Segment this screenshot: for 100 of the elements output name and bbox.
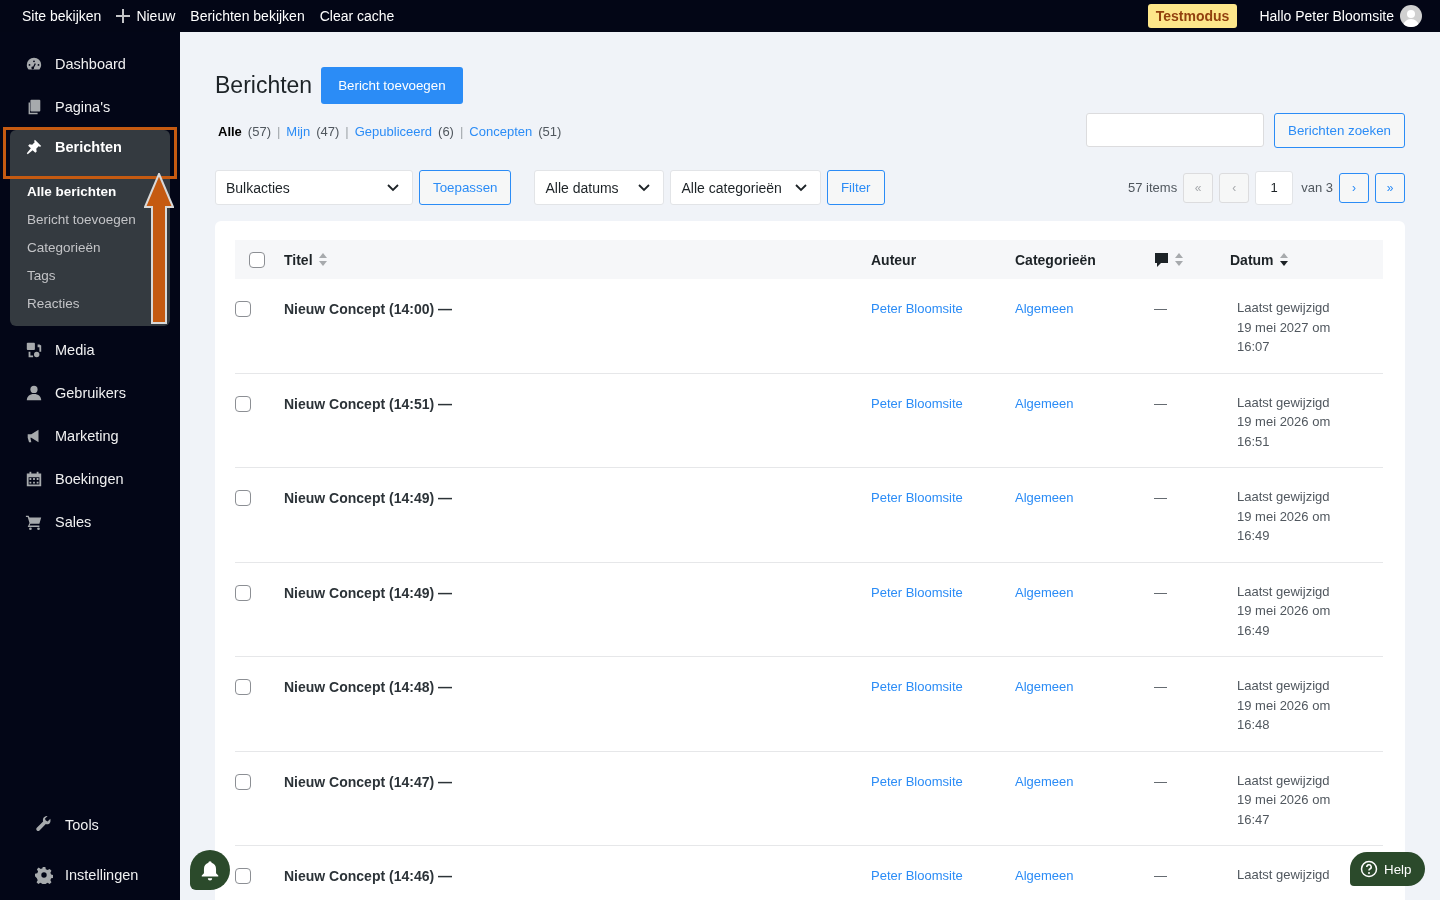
view-count: (6) xyxy=(438,124,454,139)
page-total: van 3 xyxy=(1301,180,1333,195)
sidebar-item[interactable]: Marketing xyxy=(0,414,180,457)
comment-count: — xyxy=(1154,679,1167,694)
author-link[interactable]: Peter Bloomsite xyxy=(871,868,963,883)
item-count: 57 items xyxy=(1128,180,1178,195)
sidebar-item[interactable]: Gebruikers xyxy=(0,371,180,414)
dropdown[interactable]: Bulkacties xyxy=(215,170,413,205)
separator: | xyxy=(276,124,281,139)
category-link[interactable]: Algemeen xyxy=(1015,301,1074,316)
toolbar-link[interactable]: Clear cache xyxy=(319,8,395,24)
plus-icon xyxy=(116,9,131,23)
comment-count: — xyxy=(1154,773,1167,789)
author-link[interactable]: Peter Bloomsite xyxy=(871,679,963,694)
post-title-link[interactable]: Nieuw Concept (14:00) — xyxy=(284,301,453,317)
wrench-icon xyxy=(35,816,53,834)
post-title-link[interactable]: Nieuw Concept (14:49) — xyxy=(284,584,453,601)
page-title: Berichten xyxy=(215,72,313,99)
search-field[interactable] xyxy=(1086,113,1264,147)
post-title-link[interactable]: Nieuw Concept (14:48) — xyxy=(284,679,453,695)
comment-count: — xyxy=(1154,301,1167,316)
row-checkbox[interactable] xyxy=(235,679,251,695)
post-title-link[interactable]: Nieuw Concept (14:51) — xyxy=(284,395,453,412)
comment-count: — xyxy=(1154,584,1167,600)
calendar-icon xyxy=(25,469,43,488)
new-link[interactable]: Nieuw xyxy=(116,8,176,24)
toolbar-link[interactable]: Berichten bekijken xyxy=(190,8,305,24)
notification-button[interactable] xyxy=(190,850,230,890)
sidebar-item[interactable]: Dashboard xyxy=(0,42,180,85)
submenu-item[interactable]: Categorieën xyxy=(10,234,170,262)
row-checkbox[interactable] xyxy=(235,301,251,317)
category-link[interactable]: Algemeen xyxy=(1015,584,1074,600)
dropdown[interactable]: Alle categorieën xyxy=(670,170,821,205)
column-header: Auteur xyxy=(871,251,917,268)
date-text: Laatst gewijzigd xyxy=(1237,299,1330,317)
date-text: 16:07 xyxy=(1237,338,1270,356)
author-link[interactable]: Peter Bloomsite xyxy=(871,584,963,600)
column-header: Categorieën xyxy=(1015,251,1096,268)
avatar[interactable] xyxy=(1400,5,1422,27)
author-link[interactable]: Peter Bloomsite xyxy=(871,490,963,505)
sidebar-item[interactable]: Media xyxy=(0,328,180,371)
view-count: (47) xyxy=(316,124,340,139)
submenu-item[interactable]: Tags xyxy=(10,262,170,290)
author-link[interactable]: Peter Bloomsite xyxy=(871,301,963,316)
sidebar-item[interactable]: Boekingen xyxy=(0,457,180,500)
author-link[interactable]: Peter Bloomsite xyxy=(871,395,963,411)
date-text: Laatst gewijzigd xyxy=(1237,866,1330,884)
date-text: 19 mei 2026 om xyxy=(1237,602,1331,620)
view-count: (51) xyxy=(538,124,562,139)
comment-count: — xyxy=(1154,868,1167,883)
column-header[interactable]: Titel xyxy=(284,251,313,268)
sidebar-item[interactable]: Berichten xyxy=(10,128,170,166)
comment-count: — xyxy=(1154,395,1167,411)
sidebar-item[interactable]: Tools xyxy=(0,800,180,850)
sidebar-item[interactable]: Sales xyxy=(0,500,180,543)
comment-count: — xyxy=(1154,490,1167,505)
row-checkbox[interactable] xyxy=(235,773,251,790)
help-icon xyxy=(1360,860,1378,878)
date-text: Laatst gewijzigd xyxy=(1237,677,1330,695)
date-text: 19 mei 2026 om xyxy=(1237,507,1331,526)
date-text: 16:48 xyxy=(1237,716,1270,734)
category-link[interactable]: Algemeen xyxy=(1015,395,1074,411)
page-number-field[interactable]: 1 xyxy=(1255,170,1294,205)
date-text: 16:49 xyxy=(1237,621,1270,640)
view-filter-link[interactable]: Alle xyxy=(218,124,242,139)
column-header[interactable]: Datum xyxy=(1230,251,1274,268)
post-title-link[interactable]: Nieuw Concept (14:47) — xyxy=(284,773,453,790)
date-text: Laatst gewijzigd xyxy=(1237,488,1330,506)
dropdown[interactable]: Alle datums xyxy=(534,170,665,205)
category-link[interactable]: Algemeen xyxy=(1015,490,1074,505)
separator: | xyxy=(345,124,349,139)
submenu-item[interactable]: Alle berichten xyxy=(10,178,170,206)
toolbar-link[interactable]: Site bekijken xyxy=(22,8,102,24)
settings-icon xyxy=(35,866,53,884)
help-button[interactable]: Help xyxy=(1350,852,1426,886)
sidebar-item[interactable]: Pagina's xyxy=(0,85,180,128)
row-checkbox[interactable] xyxy=(235,395,251,412)
category-link[interactable]: Algemeen xyxy=(1015,868,1074,883)
bell-icon xyxy=(199,859,221,881)
post-title-link[interactable]: Nieuw Concept (14:46) — xyxy=(284,868,453,884)
date-text: 19 mei 2026 om xyxy=(1237,696,1331,715)
media-icon xyxy=(25,340,43,359)
user-greeting[interactable]: Hallo Peter Bloomsite xyxy=(1259,8,1394,24)
row-checkbox[interactable] xyxy=(235,584,251,601)
date-text: Laatst gewijzigd xyxy=(1237,393,1330,412)
row-checkbox[interactable] xyxy=(235,490,251,506)
submenu-item[interactable]: Bericht toevoegen xyxy=(10,206,170,234)
post-title-link[interactable]: Nieuw Concept (14:49) — xyxy=(284,490,453,506)
test-mode-badge: Testmodus xyxy=(1147,4,1238,28)
row-checkbox[interactable] xyxy=(235,868,251,884)
category-link[interactable]: Algemeen xyxy=(1015,679,1074,694)
submenu-item[interactable]: Reacties xyxy=(10,290,170,318)
view-count: (57) xyxy=(247,124,271,139)
sidebar-item[interactable]: Instellingen xyxy=(0,850,180,900)
select-all-checkbox[interactable] xyxy=(249,251,265,268)
user-icon xyxy=(25,383,43,402)
author-link[interactable]: Peter Bloomsite xyxy=(871,773,963,789)
pin-icon xyxy=(25,138,43,156)
separator: | xyxy=(459,124,464,139)
category-link[interactable]: Algemeen xyxy=(1015,773,1074,789)
